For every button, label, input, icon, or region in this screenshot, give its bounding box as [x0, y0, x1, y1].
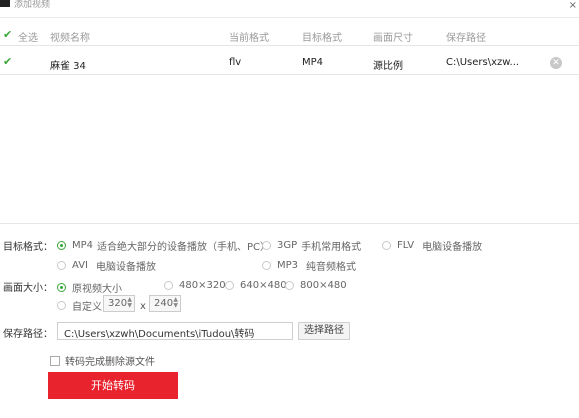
app-icon	[0, 0, 10, 7]
browse-path-button[interactable]: 选择路径	[298, 322, 350, 340]
table-row[interactable]: 麻雀 34 flv MP4 源比例 C:\Users\xzw... ✕	[0, 51, 579, 75]
save-path-input[interactable]: C:\Users\xzwh\Documents\iTudou\转码	[57, 322, 293, 340]
window-title: 添加视频	[14, 0, 51, 10]
delete-source-checkbox[interactable]	[50, 355, 60, 366]
column-header-name: 视频名称	[50, 33, 90, 44]
custom-width-stepper[interactable]: 320 ▲ ▼	[103, 295, 135, 312]
size-option-480x320[interactable]: 480×320	[164, 280, 226, 291]
column-header-size: 画面尺寸	[373, 33, 413, 44]
format-option-mp4[interactable]: MP4 适合绝大部分的设备播放（手机、PC）	[57, 238, 270, 253]
frame-size-label: 画面大小：	[3, 283, 53, 294]
target-format-label: 目标格式：	[3, 242, 53, 253]
radio-icon	[262, 241, 271, 250]
radio-icon	[225, 281, 234, 290]
save-path-label: 保存路径：	[3, 329, 53, 340]
times-sign: x	[140, 301, 146, 312]
video-name: 麻雀 34	[50, 61, 86, 72]
radio-icon	[164, 281, 173, 290]
format-option-flv[interactable]: FLV 电脑设备播放	[382, 238, 482, 253]
format-option-mp3[interactable]: MP3 纯音频格式	[262, 258, 356, 273]
custom-height-stepper[interactable]: 240 ▲ ▼	[149, 295, 181, 312]
size-option-original[interactable]: 原视频大小	[57, 280, 122, 295]
delete-source-option[interactable]: 转码完成删除源文件	[50, 353, 155, 368]
close-icon[interactable]: ×	[569, 0, 577, 11]
stepper-arrows-icon[interactable]: ▲ ▼	[173, 297, 178, 309]
radio-icon	[57, 301, 66, 310]
radio-icon	[57, 261, 66, 270]
stepper-arrows-icon[interactable]: ▲ ▼	[127, 297, 132, 309]
save-path-cell: C:\Users\xzw...	[446, 57, 520, 68]
row-checkbox[interactable]	[3, 55, 14, 68]
table-header: 全选 视频名称 当前格式 目标格式 画面尺寸 保存路径	[0, 24, 579, 46]
radio-icon	[57, 241, 66, 250]
size-option-800x480[interactable]: 800×480	[285, 280, 347, 291]
format-option-3gp[interactable]: 3GP 手机常用格式	[262, 238, 361, 253]
radio-icon	[262, 261, 271, 270]
section-divider	[0, 223, 579, 224]
column-header-current-format: 当前格式	[229, 33, 269, 44]
format-option-avi[interactable]: AVI 电脑设备播放	[57, 258, 156, 273]
radio-icon	[57, 283, 66, 292]
select-all-label: 全选	[18, 33, 38, 44]
current-format: flv	[229, 57, 242, 68]
column-header-target-format: 目标格式	[302, 33, 342, 44]
radio-icon	[382, 241, 391, 250]
select-all-checkbox[interactable]	[3, 28, 14, 41]
target-format: MP4	[302, 57, 324, 68]
column-header-path: 保存路径	[446, 33, 486, 44]
remove-icon[interactable]: ✕	[550, 57, 562, 69]
size-option-custom[interactable]: 自定义	[57, 298, 102, 313]
frame-size: 源比例	[373, 61, 403, 72]
title-bar: 添加视频 ×	[0, 0, 579, 18]
start-convert-button[interactable]: 开始转码	[48, 372, 178, 399]
radio-icon	[285, 281, 294, 290]
size-option-640x480[interactable]: 640×480	[225, 280, 287, 291]
